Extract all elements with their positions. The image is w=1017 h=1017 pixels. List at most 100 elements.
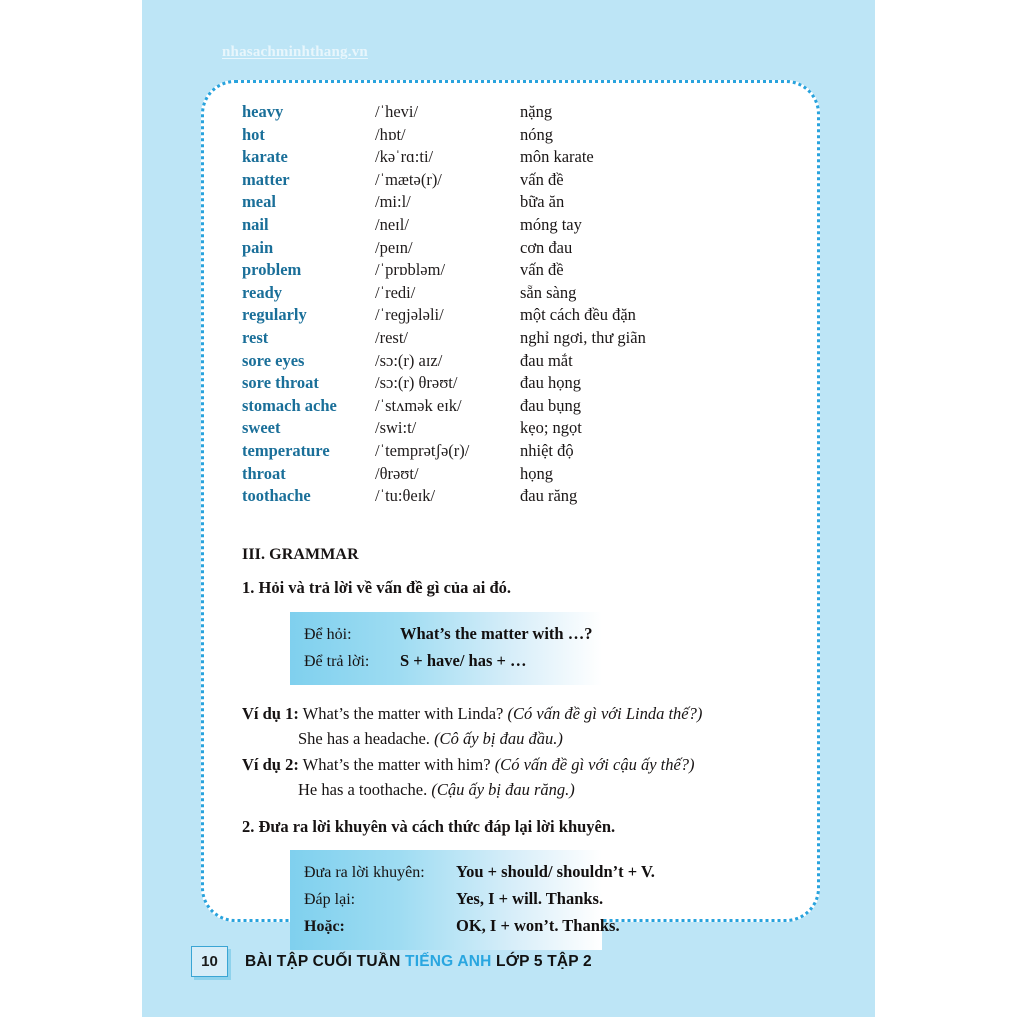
vocab-ipa: /peɪn/ [375,237,413,257]
vocab-word: ready [242,282,283,302]
vocab-word: sore eyes [242,350,305,370]
vocab-word: stomach ache [242,395,337,415]
vocab-ipa: /swi:t/ [375,418,417,438]
table-row: rest /rest/ nghỉ ngơi, thư giãn [242,327,791,350]
rule-1-heading: 1. Hỏi và trả lời về vấn đề gì của ai đó… [242,577,512,597]
vocab-ipa: /neɪl/ [375,214,409,234]
vocab-word: temperature [242,440,330,460]
example-english: She has a headache. [298,729,435,749]
vocab-ipa: /ˈreɡjələli/ [375,305,444,325]
vocab-meaning: môn karate [520,147,594,167]
vocab-word: regularly [242,305,307,325]
example-english: What’s the matter with him? [298,754,495,774]
vocab-ipa: /mi:l/ [375,192,411,212]
vocab-ipa: /rest/ [375,327,408,347]
formula-row: Hoặc: OK, I + won’t. Thanks. [304,913,620,940]
table-row: hot /hɒt/ nóng [242,124,791,147]
formula-label: Để hỏi: [304,625,352,643]
footer-title: BÀI TẬP CUỐI TUẦN TIẾNG ANH LỚP 5 TẬP 2 [245,953,592,971]
vocab-word: sore throat [242,373,319,393]
table-row: temperature /ˈtemprətʃə(r)/ nhiệt độ [242,440,791,463]
vocab-ipa: /ˈprɒbləm/ [375,260,446,280]
vocab-meaning: sẵn sàng [520,282,577,302]
vocab-meaning: nghỉ ngơi, thư giãn [520,327,646,347]
footer-title-highlight: TIẾNG ANH [405,952,492,970]
formula-label: Để trả lời: [304,652,370,670]
table-row: karate /kəˈrɑ:ti/ môn karate [242,146,791,169]
formula-row: Để trả lời: S + have/ has + … [304,648,588,675]
table-row: matter /ˈmætə(r)/ vấn đề [242,169,791,192]
formula-label: Đáp lại: [304,890,356,908]
example-english: He has a toothache. [298,780,432,800]
example-translation: (Cô ấy bị đau đầu.) [434,729,563,749]
vocab-ipa: /ˈredi/ [375,282,416,302]
vocab-word: pain [242,237,274,257]
example-label: Ví dụ 1: [242,703,299,723]
vocab-ipa: /ˈtu:θeɪk/ [375,486,436,506]
formula-value: What’s the matter with …? [400,623,593,643]
watermark: nhasachminhthang.vn [222,44,368,60]
vocab-meaning: một cách đều đặn [520,305,636,325]
vocab-ipa: /hɒt/ [375,124,406,144]
page-sheet: nhasachminhthang.vn heavy /ˈhevi/ nặng h… [142,0,875,1017]
footer-title-part2: LỚP 5 TẬP 2 [491,952,592,970]
vocab-word: heavy [242,102,284,121]
vocab-word: toothache [242,486,311,506]
vocab-meaning: đau bụng [520,395,581,415]
formula-label: Đưa ra lời khuyên: [304,863,425,881]
formula-row: Đưa ra lời khuyên: You + should/ shouldn… [304,859,655,886]
vocab-meaning: họng [520,463,553,483]
example-english: What’s the matter with Linda? [298,703,508,723]
rule-1-examples: Ví dụ 1: What’s the matter with Linda? (… [242,701,791,803]
footer: 10 BÀI TẬP CUỐI TUẦN TIẾNG ANH LỚP 5 TẬP… [191,946,592,977]
example-line: He has a toothache. (Cậu ấy bị đau răng.… [242,777,791,803]
example-label: Ví dụ 2: [242,754,299,774]
formula-row: Đáp lại: Yes, I + will. Thanks. [304,886,603,913]
vocab-ipa: /ˈtemprətʃə(r)/ [375,440,470,460]
table-row: meal /mi:l/ bữa ăn [242,191,791,214]
vocab-meaning: kẹo; ngọt [520,418,582,438]
vocab-meaning: đau mắt [520,350,573,370]
vocab-ipa: /sɔ:(r) aɪz/ [375,350,443,370]
vocab-word: problem [242,260,302,280]
panel-inner: heavy /ˈhevi/ nặng hot /hɒt/ nóng karate… [204,83,817,950]
vocab-meaning: móng tay [520,214,582,234]
table-row: pain /peɪn/ cơn đau [242,237,791,260]
vocab-word: matter [242,169,290,189]
example-translation: (Có vấn đề gì với Linda thế?) [507,703,703,723]
vocab-meaning: đau răng [520,486,578,506]
table-row: toothache /ˈtu:θeɪk/ đau răng [242,485,791,508]
vocab-meaning: nặng [520,102,553,121]
vocab-meaning: nóng [520,124,553,144]
example-translation: (Cậu ấy bị đau răng.) [431,780,575,800]
example-line: Ví dụ 2: What’s the matter with him? (Có… [242,752,791,778]
formula-row: Để hỏi: What’s the matter with …? [304,621,592,648]
example-line: Ví dụ 1: What’s the matter with Linda? (… [242,701,791,727]
grammar-section-heading: III. GRAMMAR [242,545,359,563]
vocab-meaning: bữa ăn [520,192,565,212]
table-row: sore throat /sɔ:(r) θrəʊt/ đau họng [242,372,791,395]
rule-1-formula-box: Để hỏi: What’s the matter with …? Để trả… [290,611,602,685]
formula-value: S + have/ has + … [400,650,527,670]
vocab-ipa: /θrəʊt/ [375,463,419,483]
vocab-meaning: đau họng [520,373,581,393]
vocab-word: meal [242,192,276,212]
vocab-meaning: vấn đề [520,169,564,189]
vocab-meaning: nhiệt độ [520,440,574,460]
formula-value: OK, I + won’t. Thanks. [456,915,620,935]
vocab-word: karate [242,147,288,167]
table-row: problem /ˈprɒbləm/ vấn đề [242,259,791,282]
table-row: stomach ache /ˈstʌmək eɪk/ đau bụng [242,395,791,418]
vocab-word: hot [242,124,265,144]
vocab-ipa: /ˈmætə(r)/ [375,169,442,189]
vocabulary-table-body: heavy /ˈhevi/ nặng hot /hɒt/ nóng karate… [242,101,791,508]
example-translation: (Có vấn đề gì với cậu ấy thế?) [494,754,695,774]
table-row: regularly /ˈreɡjələli/ một cách đều đặn [242,304,791,327]
vocabulary-table: heavy /ˈhevi/ nặng hot /hɒt/ nóng karate… [242,101,791,508]
vocab-ipa: /ˈhevi/ [375,102,419,121]
table-row: nail /neɪl/ móng tay [242,214,791,237]
table-row: ready /ˈredi/ sẵn sàng [242,282,791,305]
vocab-ipa: /ˈstʌmək eɪk/ [375,395,462,415]
page-number-badge: 10 [191,946,228,977]
vocab-ipa: /kəˈrɑ:ti/ [375,147,434,167]
